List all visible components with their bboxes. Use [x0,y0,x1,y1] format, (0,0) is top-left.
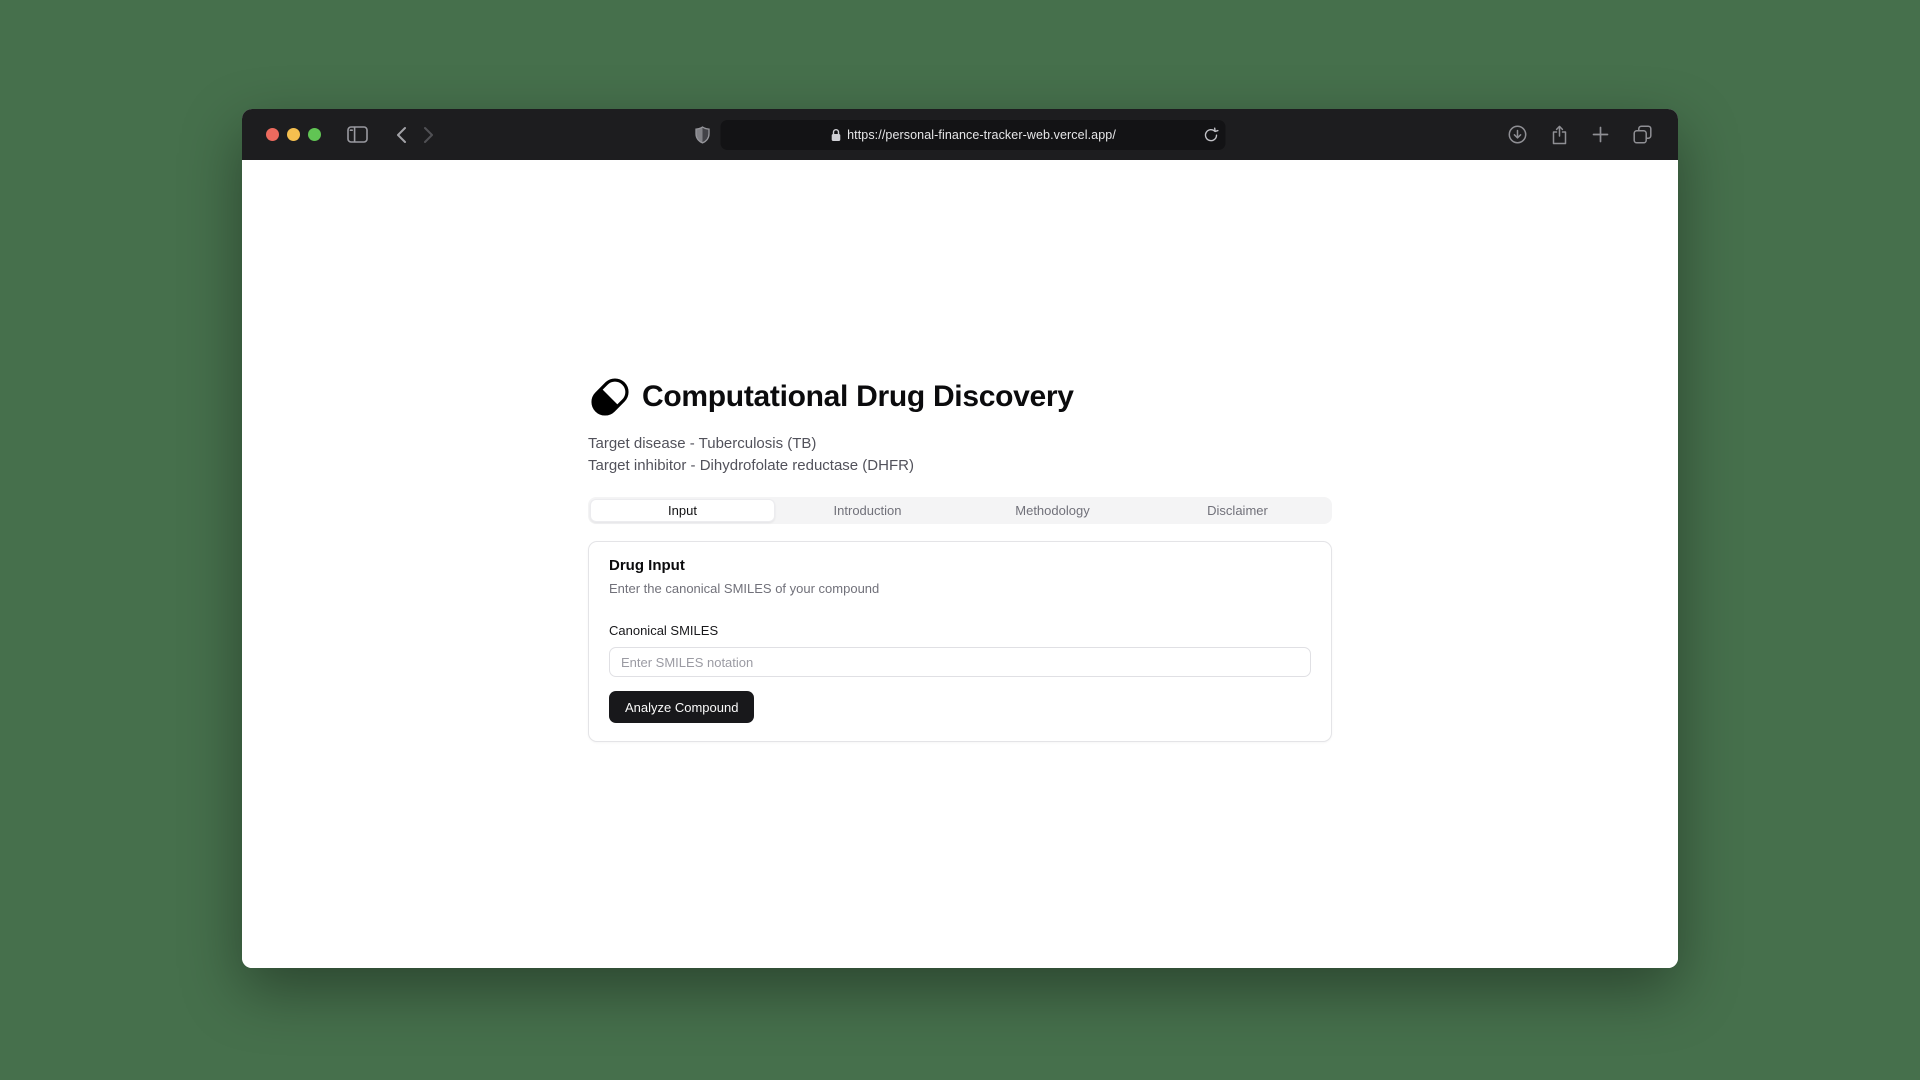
chevron-left-icon [396,126,407,144]
download-icon [1508,125,1527,144]
address-bar-group: https://personal-finance-tracker-web.ver… [695,119,1226,150]
plus-icon [1592,126,1609,143]
url-display: https://personal-finance-tracker-web.ver… [830,128,1116,142]
downloads-button[interactable] [1508,125,1527,144]
privacy-report-button[interactable] [695,125,711,144]
page-title: Computational Drug Discovery [642,380,1074,413]
tab-methodology[interactable]: Methodology [960,499,1145,522]
privacy-shield-icon [695,125,711,144]
pill-icon [588,375,632,419]
minimize-window-button[interactable] [287,128,300,141]
card-heading: Drug Input [609,557,685,574]
desktop-backdrop: { "browser": { "url": "https://personal-… [0,0,1920,1080]
browser-window: https://personal-finance-tracker-web.ver… [242,109,1678,968]
back-button[interactable] [396,126,407,144]
tab-overview-button[interactable] [1633,125,1652,144]
tab-list: Input Introduction Methodology Disclaime… [588,497,1332,524]
tab-introduction[interactable]: Introduction [775,499,960,522]
traffic-lights [266,128,321,141]
tab-disclaimer[interactable]: Disclaimer [1145,499,1330,522]
toolbar-right-actions [1508,125,1652,145]
main-content: Computational Drug Discovery Target dise… [588,160,1332,742]
zoom-window-button[interactable] [308,128,321,141]
sidebar-icon [347,126,368,143]
target-info: Target disease - Tuberculosis (TB) Targe… [588,433,1332,477]
url-text: https://personal-finance-tracker-web.ver… [847,127,1116,142]
web-page: Computational Drug Discovery Target dise… [242,160,1678,968]
new-tab-button[interactable] [1592,126,1609,143]
lock-icon [830,128,841,142]
forward-button[interactable] [423,126,434,144]
browser-toolbar: https://personal-finance-tracker-web.ver… [242,109,1678,160]
tab-input[interactable]: Input [590,499,775,522]
sidebar-toggle-button[interactable] [347,126,368,143]
close-window-button[interactable] [266,128,279,141]
drug-input-card: Drug Input Enter the canonical SMILES of… [588,541,1332,742]
share-icon [1551,125,1568,145]
smiles-input[interactable] [609,647,1311,677]
analyze-compound-button[interactable]: Analyze Compound [609,691,755,723]
reload-icon [1204,127,1219,143]
address-bar[interactable]: https://personal-finance-tracker-web.ver… [720,119,1226,150]
reload-button[interactable] [1204,127,1219,143]
title-row: Computational Drug Discovery [588,375,1332,419]
smiles-field-label: Canonical SMILES [609,623,719,638]
target-inhibitor-line: Target inhibitor - Dihydrofolate reducta… [588,457,914,474]
card-description: Enter the canonical SMILES of your compo… [609,581,880,596]
chevron-right-icon [423,126,434,144]
share-button[interactable] [1551,125,1568,145]
tabs-overview-icon [1633,125,1652,144]
target-disease-line: Target disease - Tuberculosis (TB) [588,435,817,452]
